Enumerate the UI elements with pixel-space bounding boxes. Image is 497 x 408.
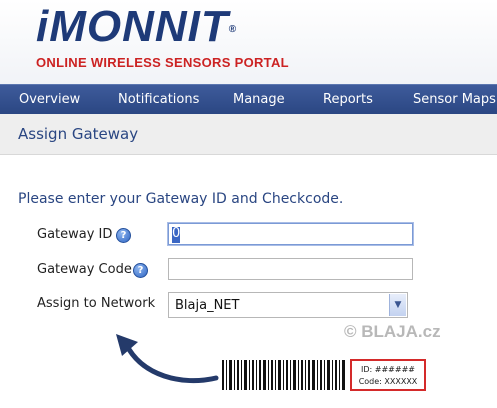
gateway-id-help-icon[interactable]: ? [116, 228, 131, 243]
instruction-text: Please enter your Gateway ID and Checkco… [18, 191, 344, 207]
gateway-code-input[interactable] [168, 258, 413, 280]
nav-notifications[interactable]: Notifications [118, 92, 199, 107]
imonnit-logo[interactable]: iMONNIT® [36, 2, 237, 52]
portal-header: iMONNIT® ONLINE WIRELESS SENSORS PORTAL [0, 0, 497, 84]
watermark: © BLAJA.cz [344, 322, 441, 341]
gateway-id-label: Gateway ID [37, 227, 113, 242]
nav-overview[interactable]: Overview [19, 92, 80, 107]
network-label: Assign to Network [37, 296, 156, 311]
page-title: Assign Gateway [18, 125, 139, 143]
gateway-code-help-icon[interactable]: ? [133, 263, 148, 278]
nav-manage[interactable]: Manage [233, 92, 285, 107]
network-select-value: Blaja_NET [175, 298, 240, 313]
gateway-code-label: Gateway Code [37, 262, 132, 277]
curved-arrow-icon [116, 334, 219, 384]
portal-tagline: ONLINE WIRELESS SENSORS PORTAL [36, 55, 289, 70]
chevron-down-icon[interactable]: ▼ [389, 294, 406, 316]
barcode-image [222, 360, 345, 390]
gateway-id-label-box: ID: ###### Code: XXXXXX [350, 359, 426, 391]
code-placeholder: Code: XXXXXX [358, 377, 418, 386]
id-placeholder: ID: ###### [361, 365, 415, 374]
nav-reports[interactable]: Reports [323, 92, 373, 107]
nav-sensor-maps[interactable]: Sensor Maps [413, 92, 496, 107]
logo-text: MONNIT [49, 2, 229, 51]
gateway-id-value: 0 [172, 226, 181, 241]
main-nav: Overview Notifications Manage Reports Se… [0, 84, 497, 115]
network-select[interactable]: Blaja_NET ▼ [168, 292, 408, 318]
logo-i: i [36, 2, 50, 51]
gateway-id-input[interactable] [168, 223, 413, 245]
page-title-bar: Assign Gateway [0, 114, 497, 155]
registered-mark: ® [228, 24, 238, 35]
